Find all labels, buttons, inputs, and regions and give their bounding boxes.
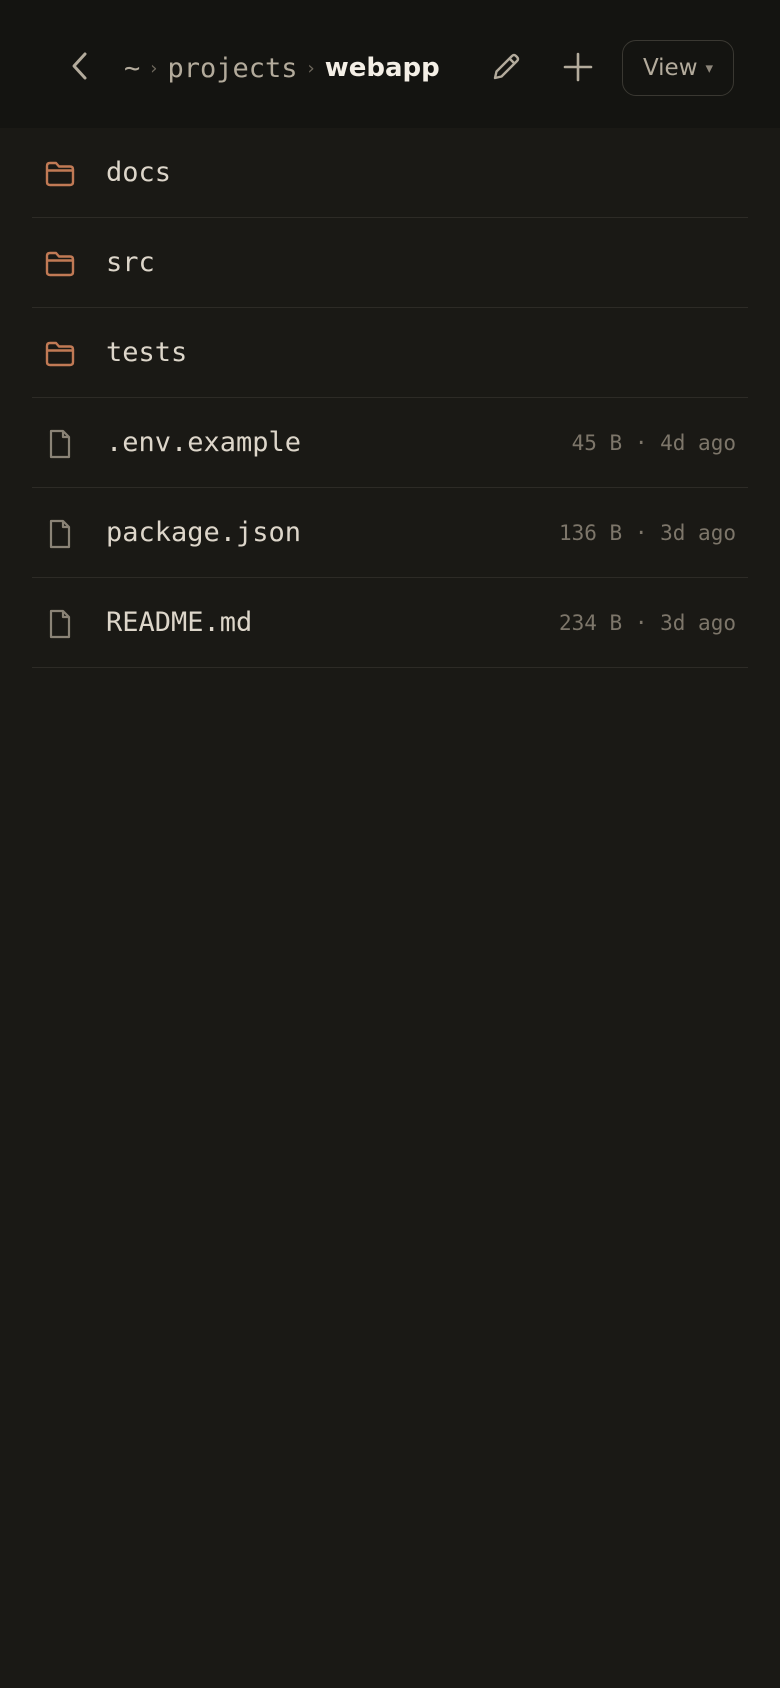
add-button[interactable] — [556, 45, 600, 89]
folder-row[interactable]: tests — [32, 308, 748, 398]
folder-icon — [44, 248, 76, 280]
item-name: tests — [106, 337, 188, 368]
item-name: .env.example — [106, 427, 302, 458]
breadcrumb-item-home[interactable]: ~ — [124, 53, 140, 84]
file-icon — [44, 608, 76, 640]
folder-icon — [44, 338, 76, 370]
view-dropdown-label: View — [642, 55, 698, 81]
top-bar: ~ › projects › webapp View ▾ — [0, 0, 780, 128]
folder-icon — [44, 158, 76, 190]
breadcrumb-item-projects[interactable]: projects — [167, 53, 297, 84]
item-name: src — [106, 247, 155, 278]
breadcrumb-separator: › — [150, 57, 158, 79]
pencil-icon — [493, 53, 520, 80]
caret-down-icon: ▾ — [705, 59, 714, 77]
file-row[interactable]: README.md 234 B · 3d ago — [32, 578, 748, 668]
plus-icon — [563, 52, 593, 82]
file-icon — [44, 518, 76, 550]
item-name: package.json — [106, 517, 302, 548]
back-button[interactable] — [58, 44, 102, 88]
view-dropdown[interactable]: View ▾ — [622, 40, 734, 96]
item-meta: 136 B · 3d ago — [558, 521, 736, 545]
item-name: README.md — [106, 607, 253, 638]
breadcrumb-current: webapp — [324, 53, 440, 83]
file-row[interactable]: .env.example 45 B · 4d ago — [32, 398, 748, 488]
breadcrumb-separator: › — [307, 57, 315, 79]
item-meta: 45 B · 4d ago — [571, 431, 736, 455]
file-icon — [44, 428, 76, 460]
edit-button[interactable] — [484, 45, 528, 89]
item-meta: 234 B · 3d ago — [558, 611, 736, 635]
folder-row[interactable]: docs — [32, 128, 748, 218]
file-row[interactable]: package.json 136 B · 3d ago — [32, 488, 748, 578]
breadcrumb: ~ › projects › webapp — [124, 46, 440, 90]
item-name: docs — [106, 157, 172, 188]
folder-row[interactable]: src — [32, 218, 748, 308]
chevron-left-icon — [72, 52, 87, 80]
file-list: docs src tests .env.example 45 B · 4d ago pac… — [32, 128, 748, 668]
